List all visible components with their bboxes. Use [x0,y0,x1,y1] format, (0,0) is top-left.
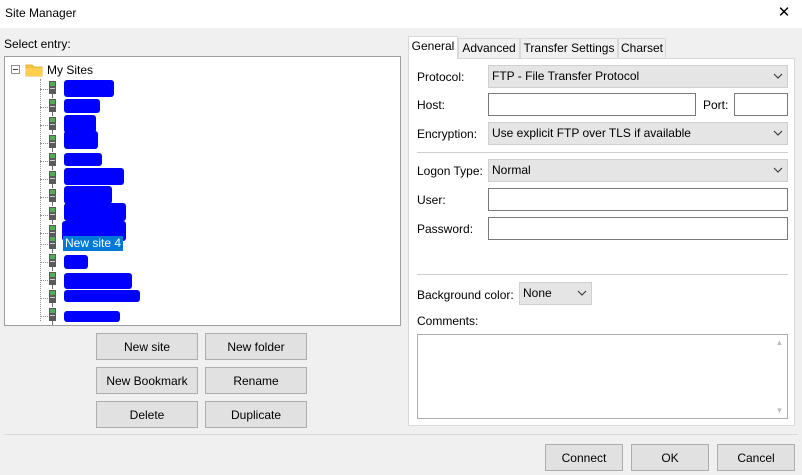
logon-type-value: Normal [492,163,531,177]
password-input[interactable] [488,217,788,240]
tab-advanced[interactable]: Advanced [458,38,520,58]
host-input[interactable] [488,93,696,116]
password-label: Password: [417,222,474,236]
scroll-down-icon[interactable]: ▼ [772,403,787,418]
chevron-down-icon [773,167,783,173]
folder-icon [25,64,43,77]
redaction-mark [64,203,126,221]
scroll-up-icon[interactable]: ▲ [772,335,787,350]
user-label: User: [417,193,446,207]
server-icon [49,81,56,98]
server-icon [49,236,56,253]
logon-type-select[interactable]: Normal [488,159,788,182]
redaction-mark [64,131,98,149]
delete-button[interactable]: Delete [96,401,198,428]
redaction-mark [64,255,88,269]
site-item[interactable] [40,253,340,271]
site-item[interactable] [40,307,340,325]
server-icon [49,189,56,206]
comments-textarea[interactable]: ▲ ▼ [417,334,788,419]
redaction-mark [64,168,124,185]
tab-charset[interactable]: Charset [618,38,666,58]
redaction-mark [64,153,102,166]
server-icon [49,254,56,271]
site-item[interactable] [40,271,340,289]
host-label: Host: [417,98,446,112]
redaction-mark [64,80,114,97]
redaction-mark [64,311,120,322]
redaction-mark [64,186,112,204]
close-icon[interactable]: ✕ [766,0,802,28]
comments-label: Comments: [417,314,479,328]
collapse-icon[interactable] [11,65,20,74]
select-entry-label: Select entry: [4,37,71,51]
protocol-value: FTP - File Transfer Protocol [492,69,640,83]
encryption-value: Use explicit FTP over TLS if available [492,126,691,140]
chevron-down-icon [577,290,587,296]
server-icon [49,99,56,116]
general-panel: Protocol: FTP - File Transfer Protocol H… [408,58,795,426]
separator [417,274,788,275]
tree-root-label: My Sites [47,63,94,77]
new-folder-button[interactable]: New folder [205,333,307,360]
server-icon [49,135,56,152]
title-bar: Site Manager ✕ [0,0,802,28]
tab-transfer-settings[interactable]: Transfer Settings [520,38,618,58]
new-site-button[interactable]: New site [96,333,198,360]
site-tree[interactable]: My Sites New site 4 [4,56,401,326]
cancel-button[interactable]: Cancel [717,444,795,471]
site-item[interactable] [40,80,340,98]
port-input[interactable] [734,93,788,116]
site-item[interactable] [40,98,340,116]
redaction-mark [64,290,140,302]
site-item-label-selected: New site 4 [63,236,124,251]
server-icon [49,207,56,224]
connect-button[interactable]: Connect [545,444,623,471]
encryption-select[interactable]: Use explicit FTP over TLS if available [488,122,788,145]
encryption-label: Encryption: [417,127,478,141]
window-title: Site Manager [5,6,77,20]
chevron-down-icon [773,73,783,79]
background-color-value: None [523,286,552,300]
comments-scrollbar[interactable]: ▲ ▼ [772,335,787,418]
server-icon [49,153,56,170]
redaction-mark [64,99,100,113]
port-label: Port: [703,98,729,112]
user-input[interactable] [488,188,788,211]
server-icon [49,272,56,289]
server-icon [49,117,56,134]
logon-type-label: Logon Type: [417,164,483,178]
ok-button[interactable]: OK [631,444,709,471]
background-color-select[interactable]: None [519,282,592,305]
redaction-mark [64,273,132,289]
site-item[interactable] [40,131,340,152]
site-item-new-site-4[interactable]: New site 4 [40,235,340,253]
tab-general[interactable]: General [408,36,458,59]
chevron-down-icon [773,130,783,136]
server-icon [49,171,56,188]
new-bookmark-button[interactable]: New Bookmark [96,367,198,394]
server-icon [49,290,56,307]
duplicate-button[interactable]: Duplicate [205,401,307,428]
footer-separator [4,434,798,435]
server-icon [49,308,56,325]
protocol-select[interactable]: FTP - File Transfer Protocol [488,65,788,88]
separator [417,152,788,153]
rename-button[interactable]: Rename [205,367,307,394]
site-item[interactable] [40,289,340,307]
protocol-label: Protocol: [417,70,465,84]
background-color-label: Background color: [417,288,514,302]
